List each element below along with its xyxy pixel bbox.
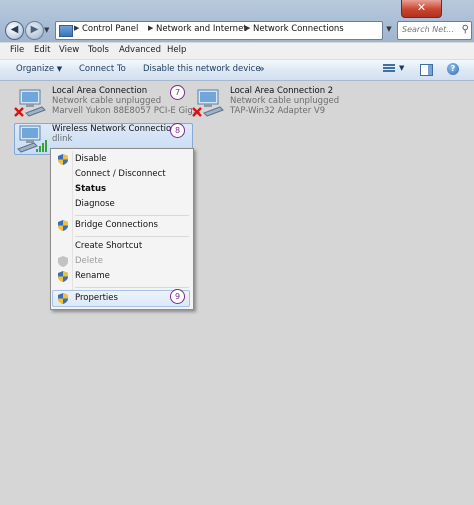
menu-item-label: Disable [75, 154, 107, 164]
network-connections-window: ✕ ◀ ▶ ▼ ▶ Control Panel ▶ Network and In… [0, 0, 474, 505]
connection-status: dlink [52, 134, 73, 144]
connection-item-local-area[interactable]: Local Area Connection Network cable unpl… [14, 86, 201, 120]
uac-shield-icon [58, 220, 68, 231]
menu-item-create-shortcut[interactable]: Create Shortcut [53, 239, 189, 254]
uac-shield-icon [58, 256, 68, 267]
search-input[interactable]: Search Net... ⚲ [397, 21, 472, 40]
context-menu: Disable Connect / Disconnect Status Diag… [50, 148, 194, 310]
disconnected-x-icon [192, 107, 202, 117]
connection-status: Network cable unplugged [52, 96, 162, 106]
menu-separator [75, 236, 189, 237]
menu-item-disable[interactable]: Disable [53, 152, 189, 167]
history-dropdown[interactable]: ▼ [44, 26, 52, 34]
breadcrumb-control-panel[interactable]: Control Panel [82, 24, 138, 34]
step-badge-9: 9 [170, 289, 185, 304]
uac-shield-icon [58, 271, 68, 282]
menu-advanced[interactable]: Advanced [119, 45, 161, 55]
search-icon[interactable]: ⚲ [462, 24, 469, 35]
forward-arrow-icon: ▶ [30, 24, 39, 35]
back-arrow-icon: ◀ [10, 24, 19, 35]
menu-item-label: Properties [75, 293, 118, 303]
organize-button[interactable]: Organize ▼ [16, 64, 62, 74]
preview-pane-icon[interactable] [420, 64, 433, 76]
view-dropdown-icon[interactable]: ▼ [399, 64, 404, 72]
breadcrumb-network-and-internet[interactable]: Network and Internet [156, 24, 247, 34]
forward-button[interactable]: ▶ [25, 21, 44, 40]
menu-item-diagnose[interactable]: Diagnose [53, 197, 189, 212]
help-icon[interactable]: ? [447, 63, 459, 75]
connection-status: Network cable unplugged [230, 96, 340, 106]
command-bar: Organize ▼ Connect To Disable this netwo… [0, 60, 474, 81]
back-button[interactable]: ◀ [5, 21, 24, 40]
uac-shield-icon [58, 154, 68, 165]
control-panel-icon [59, 25, 73, 37]
address-bar[interactable]: ▶ Control Panel ▶ Network and Internet ▶… [55, 21, 383, 40]
menu-item-bridge-connections[interactable]: Bridge Connections [53, 218, 189, 233]
menu-tools[interactable]: Tools [88, 45, 109, 55]
step-badge-8: 8 [170, 123, 185, 138]
connection-device: TAP-Win32 Adapter V9 [230, 106, 326, 116]
menu-separator [75, 287, 189, 288]
uac-shield-icon [58, 293, 68, 304]
menu-item-label: Status [75, 184, 107, 194]
menu-item-label: Connect / Disconnect [75, 169, 166, 179]
menu-item-delete: Delete [53, 254, 189, 269]
connection-name: Wireless Network Connection [52, 124, 177, 134]
connection-device: Marvell Yukon 88E8057 PCI-E Gig... [52, 106, 201, 116]
menu-help[interactable]: Help [167, 45, 186, 55]
menu-file[interactable]: File [10, 45, 24, 55]
change-view-icon[interactable] [383, 64, 395, 75]
more-commands-button[interactable]: » [258, 62, 265, 75]
breadcrumb-separator-icon: ▶ [74, 24, 80, 32]
menu-item-status[interactable]: Status [53, 182, 189, 197]
connection-item-local-area-2[interactable]: Local Area Connection 2 Network cable un… [192, 86, 362, 120]
menu-bar: File Edit View Tools Advanced Help [0, 43, 474, 60]
breadcrumb-separator-icon: ▶ [148, 24, 154, 32]
menu-edit[interactable]: Edit [34, 45, 50, 55]
menu-item-label: Delete [75, 256, 103, 266]
menu-item-connect-disconnect[interactable]: Connect / Disconnect [53, 167, 189, 182]
menu-item-rename[interactable]: Rename [53, 269, 189, 284]
chevron-down-icon: ▼ [56, 65, 63, 73]
address-dropdown-icon[interactable]: ▼ [383, 21, 395, 38]
menu-item-label: Bridge Connections [75, 220, 158, 230]
connection-name: Local Area Connection [52, 86, 148, 96]
breadcrumb-separator-icon: ▶ [245, 24, 251, 32]
menu-item-label: Diagnose [75, 199, 115, 209]
disconnected-x-icon [14, 107, 24, 117]
connection-name: Local Area Connection 2 [230, 86, 334, 96]
breadcrumb-network-connections[interactable]: Network Connections [253, 24, 344, 34]
step-badge-7: 7 [170, 85, 185, 100]
connect-to-button[interactable]: Connect To [79, 64, 126, 74]
signal-strength-icon [36, 140, 47, 152]
disable-device-button[interactable]: Disable this network device [143, 64, 261, 74]
title-bar: ✕ ◀ ▶ ▼ ▶ Control Panel ▶ Network and In… [0, 0, 474, 42]
menu-separator [75, 215, 189, 216]
menu-view[interactable]: View [59, 45, 79, 55]
search-placeholder: Search Net... [402, 25, 454, 34]
close-button[interactable]: ✕ [401, 0, 442, 18]
menu-item-label: Rename [75, 271, 110, 281]
menu-item-label: Create Shortcut [75, 241, 143, 251]
organize-label: Organize [16, 64, 55, 74]
